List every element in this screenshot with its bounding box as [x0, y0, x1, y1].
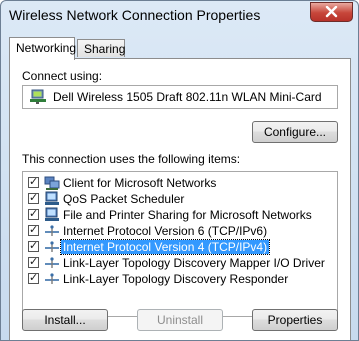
networking-panel: Connect using: Dell Wireless 1505 Draft … [9, 58, 351, 340]
network-client-icon [44, 176, 60, 190]
protocol-icon [45, 225, 59, 236]
item-checkbox[interactable]: ✓ [28, 177, 39, 188]
item-label: Client for Microsoft Networks [63, 176, 217, 190]
configure-button[interactable]: Configure... [252, 121, 338, 143]
item-checkbox[interactable]: ✓ [28, 193, 39, 204]
list-item[interactable]: ✓ QoS Packet Scheduler [23, 191, 337, 207]
protocol-icon [45, 273, 59, 284]
protocol-icon [45, 257, 59, 268]
item-checkbox[interactable]: ✓ [28, 209, 39, 220]
item-label: Internet Protocol Version 4 (TCP/IPv4) [59, 239, 271, 255]
network-service-icon [45, 191, 59, 205]
items-list[interactable]: ✓ Client for Microsoft Networks ✓ QoS Pa… [22, 171, 338, 317]
close-button[interactable] [310, 2, 353, 22]
item-label: QoS Packet Scheduler [63, 192, 185, 206]
list-item[interactable]: ✓ Client for Microsoft Networks [23, 175, 337, 191]
list-item[interactable]: ✓ Link-Layer Topology Discovery Responde… [23, 271, 337, 287]
item-label: Link-Layer Topology Discovery Mapper I/O… [63, 256, 325, 270]
item-label: Internet Protocol Version 6 (TCP/IPv6) [63, 224, 268, 238]
connect-using-label: Connect using: [22, 69, 103, 83]
tab-sharing[interactable]: Sharing [77, 39, 125, 57]
close-icon [325, 6, 338, 18]
items-label: This connection uses the following items… [22, 152, 241, 166]
item-label: File and Printer Sharing for Microsoft N… [63, 208, 312, 222]
item-checkbox[interactable]: ✓ [28, 241, 39, 252]
protocol-icon [45, 241, 59, 252]
tab-networking-label: Networking [16, 41, 77, 55]
install-button[interactable]: Install... [22, 309, 108, 331]
item-checkbox[interactable]: ✓ [28, 257, 39, 268]
list-item[interactable]: ✓ Internet Protocol Version 6 (TCP/IPv6) [23, 223, 337, 239]
window-title: Wireless Network Connection Properties [9, 7, 261, 23]
item-checkbox[interactable]: ✓ [28, 273, 39, 284]
title-bar[interactable]: Wireless Network Connection Properties [1, 1, 358, 31]
uninstall-button[interactable]: Uninstall [137, 309, 223, 331]
list-item[interactable]: ✓ Internet Protocol Version 4 (TCP/IPv4) [23, 239, 337, 255]
tab-sharing-label: Sharing [84, 42, 126, 56]
item-checkbox[interactable]: ✓ [28, 225, 39, 236]
item-label: Link-Layer Topology Discovery Responder [63, 272, 289, 286]
tab-networking[interactable]: Networking [9, 37, 77, 60]
network-service-icon [45, 207, 59, 221]
adapter-field[interactable]: Dell Wireless 1505 Draft 802.11n WLAN Mi… [22, 85, 338, 109]
list-item[interactable]: ✓ Link-Layer Topology Discovery Mapper I… [23, 255, 337, 271]
properties-dialog: Wireless Network Connection Properties N… [0, 0, 359, 341]
list-item[interactable]: ✓ File and Printer Sharing for Microsoft… [23, 207, 337, 223]
adapter-name: Dell Wireless 1505 Draft 802.11n WLAN Mi… [53, 90, 322, 104]
properties-button[interactable]: Properties [252, 309, 338, 331]
network-adapter-icon [30, 89, 46, 104]
